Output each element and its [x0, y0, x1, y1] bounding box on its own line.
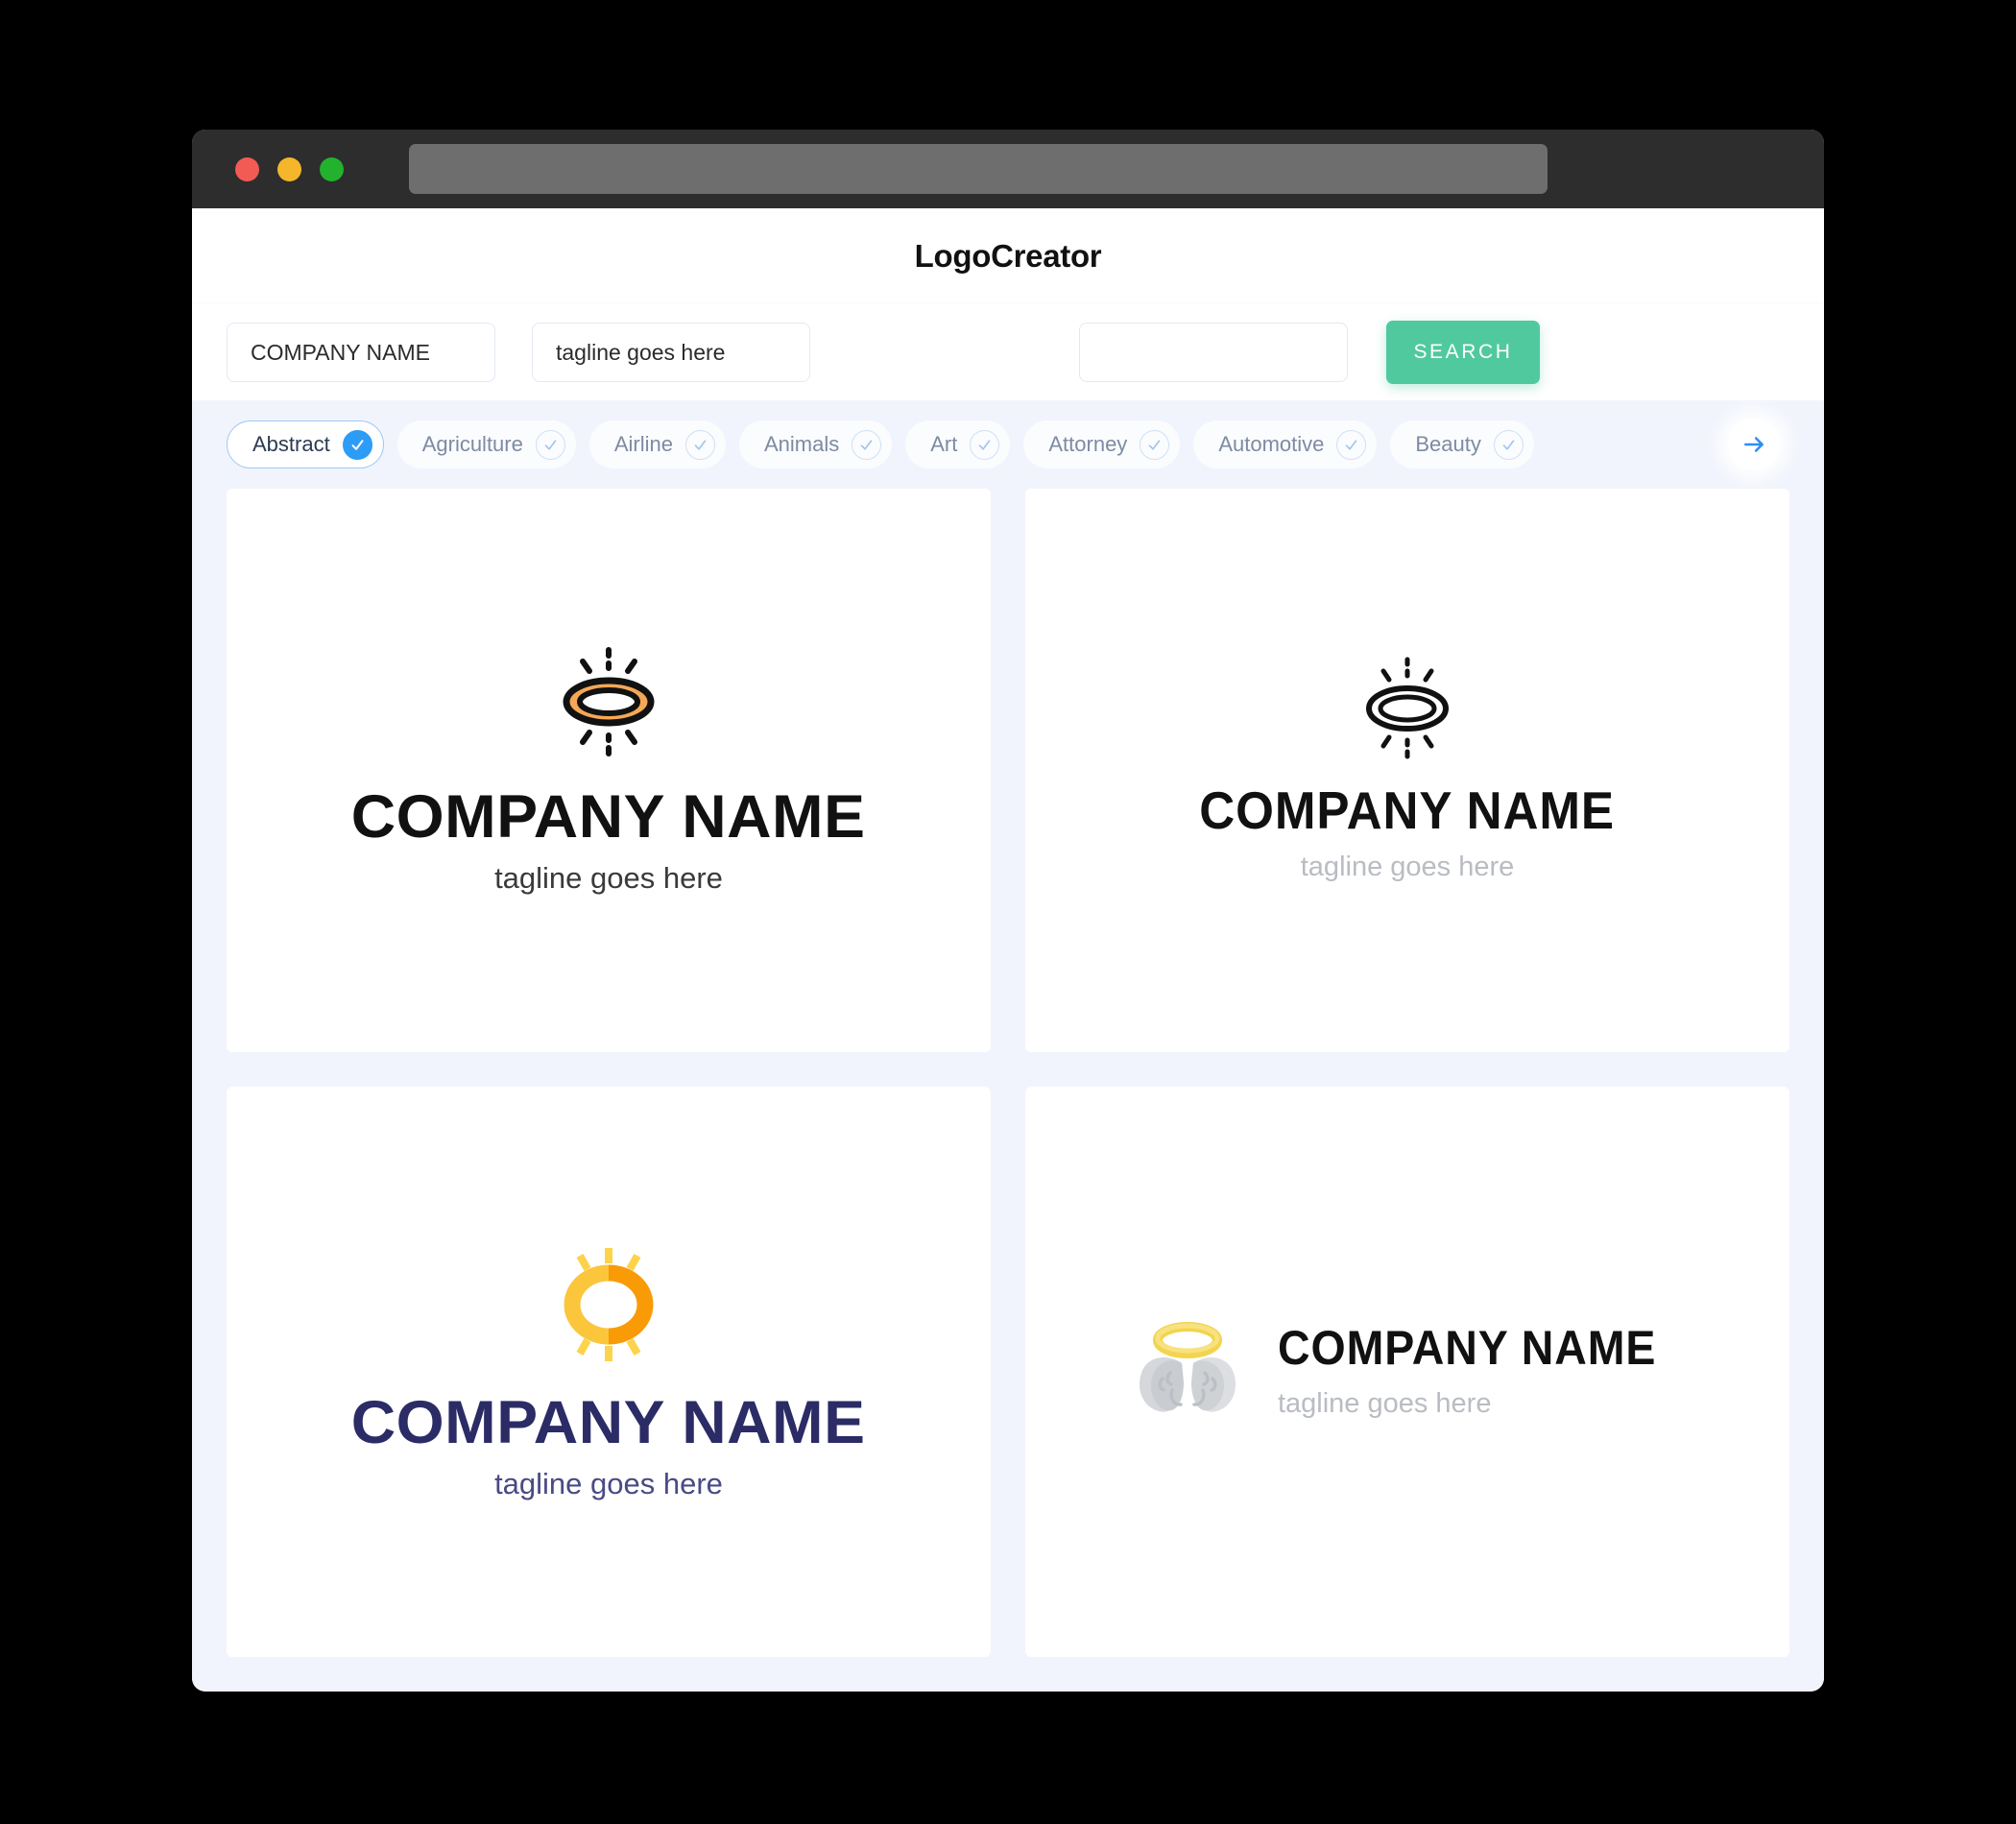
category-label: Animals [764, 432, 840, 456]
halo-burst-icon [546, 644, 671, 764]
logo-card[interactable]: COMPANY NAME tagline goes here [1025, 489, 1789, 1052]
category-label: Automotive [1218, 432, 1325, 456]
category-label: Abstract [252, 432, 330, 456]
maximize-button[interactable] [320, 156, 344, 181]
check-circle-icon [342, 429, 372, 460]
logo-preview: COMPANY NAME tagline goes here [351, 1242, 865, 1501]
sun-ring-icon [545, 1242, 672, 1372]
check-circle-icon [852, 429, 882, 460]
company-name-input[interactable]: COMPANY NAME [227, 323, 495, 382]
tagline-input[interactable]: tagline goes here [532, 323, 810, 382]
category-chip-beauty[interactable]: Beauty [1390, 420, 1534, 468]
category-label: Beauty [1415, 432, 1481, 456]
screen: LogoCreator COMPANY NAME tagline goes he… [0, 0, 2016, 1824]
category-chip-agriculture[interactable]: Agriculture [396, 420, 576, 468]
logo-card[interactable]: COMPANY NAME tagline goes here [1025, 1086, 1789, 1657]
category-chip-art[interactable]: Art [905, 420, 1011, 468]
logo-results-grid: COMPANY NAME tagline goes here COMPANY N… [192, 489, 1824, 1692]
window-titlebar [192, 130, 1824, 208]
category-label: Airline [613, 432, 673, 456]
logo-tagline: tagline goes here [494, 861, 723, 896]
category-label: Agriculture [421, 432, 523, 456]
category-chip-animals[interactable]: Animals [739, 420, 893, 468]
arrow-right-icon[interactable] [1728, 419, 1780, 470]
check-circle-icon [1140, 429, 1170, 460]
search-bar: COMPANY NAME tagline goes here SEARCH [192, 304, 1824, 400]
category-label: Art [930, 432, 958, 456]
app-header: LogoCreator [192, 208, 1824, 304]
keyword-input[interactable] [1079, 323, 1348, 382]
logo-company-name: COMPANY NAME [1277, 1321, 1657, 1376]
logo-preview: COMPANY NAME tagline goes here [1184, 656, 1630, 884]
category-label: Attorney [1048, 432, 1128, 456]
angel-wings-halo-icon [1130, 1319, 1245, 1424]
check-circle-icon [685, 429, 715, 460]
category-filter-bar: Abstract Agriculture Airline Animals Art… [192, 400, 1824, 489]
url-bar[interactable] [409, 144, 1548, 194]
logo-tagline: tagline goes here [494, 1466, 723, 1500]
check-circle-icon [1336, 429, 1367, 460]
logo-tagline: tagline goes here [1300, 852, 1515, 883]
page-title: LogoCreator [914, 238, 1102, 274]
logo-preview: COMPANY NAME tagline goes here [351, 644, 865, 896]
category-chip-abstract[interactable]: Abstract [227, 420, 384, 468]
halo-burst-outline-icon [1351, 656, 1464, 766]
logo-company-name: COMPANY NAME [351, 783, 866, 852]
check-circle-icon [970, 429, 1000, 460]
company-name-value: COMPANY NAME [251, 339, 431, 365]
traffic-light-controls [235, 156, 344, 181]
logo-company-name: COMPANY NAME [351, 1388, 866, 1456]
check-circle-icon [1493, 429, 1524, 460]
logo-tagline: tagline goes here [1277, 1387, 1492, 1419]
logo-card[interactable]: COMPANY NAME tagline goes here [227, 489, 991, 1052]
search-button[interactable]: SEARCH [1386, 321, 1540, 384]
logo-card[interactable]: COMPANY NAME tagline goes here [227, 1086, 991, 1657]
browser-window: LogoCreator COMPANY NAME tagline goes he… [192, 130, 1824, 1692]
minimize-button[interactable] [277, 156, 301, 181]
category-chip-airline[interactable]: Airline [588, 420, 726, 468]
close-button[interactable] [235, 156, 259, 181]
category-chip-automotive[interactable]: Automotive [1193, 420, 1378, 468]
category-chip-attorney[interactable]: Attorney [1023, 420, 1181, 468]
logo-company-name: COMPANY NAME [1199, 780, 1616, 841]
tagline-value: tagline goes here [556, 339, 726, 365]
check-circle-icon [535, 429, 565, 460]
logo-preview: COMPANY NAME tagline goes here [1130, 1319, 1685, 1424]
